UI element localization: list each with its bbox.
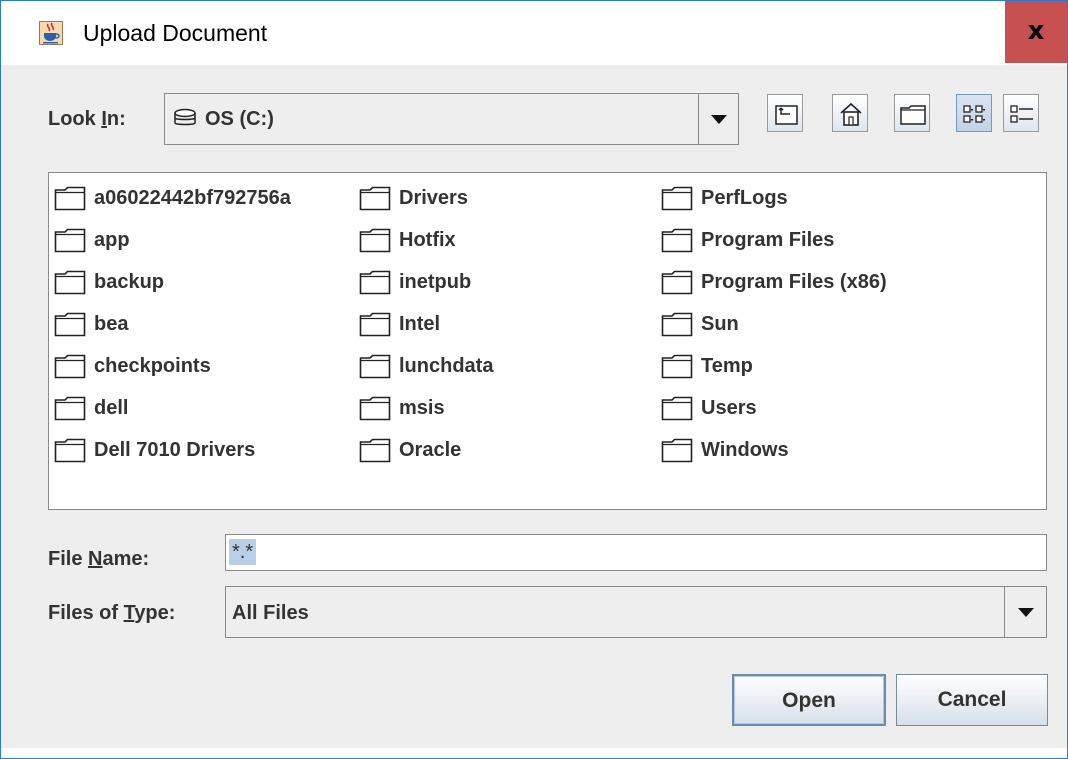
home-button[interactable] — [832, 94, 868, 132]
cancel-button[interactable]: Cancel — [896, 674, 1048, 726]
file-list-item-label: PerfLogs — [701, 187, 788, 209]
look-in-value: OS (C:) — [205, 108, 274, 130]
folder-icon — [661, 395, 693, 421]
file-list-item-label: Drivers — [399, 187, 468, 209]
file-list-item-label: Windows — [701, 439, 789, 461]
file-list-item-label: lunchdata — [399, 355, 494, 377]
file-type-value: All Files — [232, 602, 309, 624]
folder-icon — [54, 185, 86, 211]
file-list-item-label: Users — [701, 397, 757, 419]
open-button[interactable]: Open — [732, 674, 886, 726]
folder-icon — [359, 227, 391, 253]
folder-icon — [661, 437, 693, 463]
file-list-item-label: checkpoints — [94, 355, 211, 377]
file-list-item-label: dell — [94, 397, 129, 419]
look-in-label: Look In: — [48, 108, 126, 130]
file-type-label: Files of Type: — [48, 602, 176, 624]
file-type-dropdown-arrow-icon[interactable] — [1004, 587, 1046, 637]
file-list-item-label: bea — [94, 313, 129, 335]
file-list-item-label: Temp — [701, 355, 753, 377]
folder-icon — [54, 353, 86, 379]
file-list-item-label: Intel — [399, 313, 441, 335]
home-icon — [840, 102, 862, 126]
folder-icon — [54, 269, 86, 295]
file-list[interactable]: a06022442bf792756a app backup bea checkpoint… — [48, 172, 1047, 510]
new-folder-button[interactable] — [894, 94, 930, 132]
folder-icon — [359, 311, 391, 337]
file-list-item-label: Program Files (x86) — [701, 271, 887, 293]
look-in-dropdown-arrow-icon[interactable] — [698, 94, 738, 144]
details-view-button[interactable] — [1003, 94, 1039, 132]
file-list-item-label: Program Files — [701, 229, 835, 251]
title-bar[interactable]: Upload Document x — [1, 1, 1067, 65]
list-view-icon — [963, 105, 985, 123]
window-title: Upload Document — [83, 20, 268, 46]
file-list-item-label: Oracle — [399, 439, 462, 461]
up-folder-icon — [775, 105, 798, 125]
file-list-item-label: backup — [94, 271, 165, 293]
folder-icon — [661, 353, 693, 379]
window-bottom-edge — [1, 748, 1067, 758]
up-one-level-button[interactable] — [767, 94, 803, 132]
folder-icon — [661, 185, 693, 211]
look-in-combobox[interactable]: OS (C:) — [164, 93, 739, 145]
details-view-icon — [1010, 105, 1033, 123]
file-type-combobox[interactable]: All Files — [225, 586, 1047, 638]
folder-icon — [661, 269, 693, 295]
drive-icon — [174, 108, 196, 126]
file-list-item-label: msis — [399, 397, 445, 419]
file-list-item-label: a06022442bf792756a — [94, 187, 291, 209]
java-cup-icon — [39, 21, 63, 45]
folder-icon — [54, 311, 86, 337]
file-name-value: *.* — [229, 539, 257, 565]
folder-icon — [359, 185, 391, 211]
folder-icon — [359, 269, 391, 295]
file-list-item-label: inetpub — [399, 271, 472, 293]
file-list-item-label: Dell 7010 Drivers — [94, 439, 256, 461]
folder-icon — [359, 395, 391, 421]
folder-icon — [661, 311, 693, 337]
list-view-button[interactable] — [956, 94, 992, 132]
folder-icon — [359, 353, 391, 379]
close-button[interactable]: x — [1005, 1, 1067, 63]
folder-icon — [661, 227, 693, 253]
folder-icon — [54, 395, 86, 421]
new-folder-icon — [900, 105, 926, 125]
file-name-label: File Name: — [48, 548, 150, 570]
file-list-item-label: app — [94, 229, 130, 251]
file-name-input[interactable]: *.* — [225, 534, 1047, 571]
folder-icon — [54, 437, 86, 463]
file-list-item-label: Hotfix — [399, 229, 456, 251]
folder-icon — [359, 437, 391, 463]
file-list-item-label: Sun — [701, 313, 739, 335]
upload-document-dialog: Upload Document x Look In: OS (C:) a0602… — [0, 0, 1068, 759]
folder-icon — [54, 227, 86, 253]
